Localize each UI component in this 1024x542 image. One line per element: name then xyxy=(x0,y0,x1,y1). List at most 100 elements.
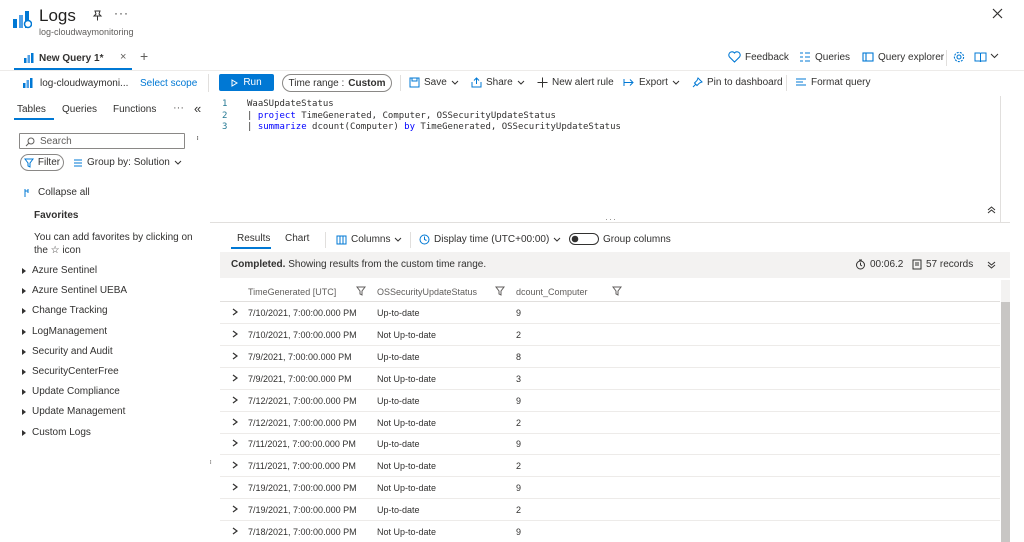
tab-close-button[interactable]: × xyxy=(120,51,126,63)
table-row[interactable]: 7/11/2021, 7:00:00.000 PM Not Up-to-date 2 xyxy=(220,455,1000,478)
results-scrollbar-thumb[interactable] xyxy=(1001,302,1010,542)
tree-item-change-tracking[interactable]: Change Tracking xyxy=(22,305,108,316)
columns-button[interactable]: Columns xyxy=(336,234,402,245)
expand-row-icon[interactable] xyxy=(232,418,238,426)
column-header-dcount-computer[interactable]: dcount_Computer xyxy=(516,287,588,297)
expand-row-icon[interactable] xyxy=(232,439,238,447)
left-panel-more-button[interactable]: ··· xyxy=(173,102,184,114)
queries-icon xyxy=(800,52,810,62)
table-row[interactable]: 7/10/2021, 7:00:00.000 PM Up-to-date 9 xyxy=(220,302,1000,324)
expand-row-icon[interactable] xyxy=(232,483,238,491)
add-tab-button[interactable]: + xyxy=(140,48,148,64)
tab-results[interactable]: Results xyxy=(237,233,270,244)
tab-tables[interactable]: Tables xyxy=(17,104,46,115)
table-row[interactable]: 7/9/2021, 7:00:00.000 PM Up-to-date 8 xyxy=(220,346,1000,368)
settings-gear-icon[interactable] xyxy=(953,51,965,63)
feedback-button[interactable]: Feedback xyxy=(728,51,789,63)
chevron-down-icon[interactable] xyxy=(990,53,999,59)
cell-timegenerated: 7/12/2021, 7:00:00.000 PM xyxy=(248,417,357,428)
tree-item-security-and-audit[interactable]: Security and Audit xyxy=(22,346,113,357)
run-button[interactable]: Run xyxy=(219,74,274,91)
search-icon xyxy=(25,137,35,147)
collapse-panel-button[interactable]: « xyxy=(194,101,201,116)
play-icon xyxy=(231,78,239,87)
more-options-button[interactable]: ··· xyxy=(114,6,129,20)
close-icon[interactable] xyxy=(992,8,1003,19)
cell-dcount-computer: 2 xyxy=(516,417,522,428)
expand-row-icon[interactable] xyxy=(232,352,238,360)
format-query-button[interactable]: Format query xyxy=(795,77,870,88)
query-explorer-button[interactable]: Query explorer xyxy=(862,51,944,63)
expand-row-icon[interactable] xyxy=(232,374,238,382)
favorites-title: Favorites xyxy=(34,210,79,221)
save-button[interactable]: Save xyxy=(409,77,459,88)
tree-item-custom-logs[interactable]: Custom Logs xyxy=(22,427,91,438)
filter-icon[interactable] xyxy=(612,286,622,296)
filter-button[interactable]: Filter xyxy=(20,154,64,171)
cell-timegenerated: 7/11/2021, 7:00:00.000 PM xyxy=(248,439,356,450)
tab-underline xyxy=(231,247,271,249)
group-columns-toggle[interactable]: Group columns xyxy=(569,233,671,245)
favorites-hint: You can add favorites by clicking on the… xyxy=(34,232,193,256)
chevron-down-icon xyxy=(451,80,459,85)
tree-item-update-management[interactable]: Update Management xyxy=(22,406,125,417)
export-button[interactable]: Export xyxy=(623,77,680,88)
collapse-editor-icon[interactable] xyxy=(987,206,996,214)
code-keyword: summarize xyxy=(257,122,307,132)
collapse-all-label: Collapse all xyxy=(38,187,90,198)
export-icon xyxy=(623,79,634,86)
queries-button[interactable]: Queries xyxy=(799,51,850,63)
column-header-ossecurityupdatestatus[interactable]: OSSecurityUpdateStatus xyxy=(377,287,477,297)
filter-icon[interactable] xyxy=(356,286,366,296)
tree-item-update-compliance[interactable]: Update Compliance xyxy=(22,386,120,397)
group-columns-label: Group columns xyxy=(603,233,671,245)
code-line-1[interactable]: WaaSUpdateStatus xyxy=(247,99,334,109)
editor-scrollbar[interactable] xyxy=(1000,96,1001,222)
tab-chart[interactable]: Chart xyxy=(285,233,309,244)
expand-row-icon[interactable] xyxy=(232,396,238,404)
select-scope-link[interactable]: Select scope xyxy=(140,78,197,89)
new-alert-rule-button[interactable]: New alert rule xyxy=(537,77,614,88)
panel-splitter-handle[interactable]: ··· xyxy=(205,459,216,463)
table-row[interactable]: 7/19/2021, 7:00:00.000 PM Not Up-to-date 9 xyxy=(220,477,1000,500)
expand-row-icon[interactable] xyxy=(232,505,238,513)
table-row[interactable]: 7/19/2021, 7:00:00.000 PM Up-to-date 2 xyxy=(220,499,1000,522)
results-grid-header xyxy=(220,282,1000,302)
table-search-input[interactable]: Search xyxy=(19,133,185,149)
tree-item-securitycenterfree[interactable]: SecurityCenterFree xyxy=(22,366,119,377)
pin-icon[interactable] xyxy=(92,10,103,21)
run-label: Run xyxy=(243,77,262,88)
tab-new-query-1[interactable]: New Query 1* × xyxy=(14,46,132,70)
tree-item-logmanagement[interactable]: LogManagement xyxy=(22,326,107,337)
table-row[interactable]: 7/11/2021, 7:00:00.000 PM Up-to-date 9 xyxy=(220,433,1000,456)
group-by-dropdown[interactable]: Group by: Solution xyxy=(73,157,182,168)
table-row[interactable]: 7/12/2021, 7:00:00.000 PM Up-to-date 9 xyxy=(220,390,1000,412)
tab-queries[interactable]: Queries xyxy=(62,104,97,115)
pin-to-dashboard-button[interactable]: Pin to dashboard xyxy=(692,77,783,88)
table-row[interactable]: 7/10/2021, 7:00:00.000 PM Not Up-to-date 2 xyxy=(220,324,1000,346)
tree-item-azure-sentinel-ueba[interactable]: Azure Sentinel UEBA xyxy=(22,285,127,296)
tab-functions[interactable]: Functions xyxy=(113,104,156,115)
share-button[interactable]: Share xyxy=(471,77,525,88)
collapse-all-button[interactable]: Collapse all xyxy=(24,187,90,198)
expand-results-icon[interactable] xyxy=(987,261,996,269)
tree-item-azure-sentinel[interactable]: Azure Sentinel xyxy=(22,265,97,276)
code-keyword: project xyxy=(257,111,296,121)
cell-dcount-computer: 2 xyxy=(516,505,522,516)
table-row[interactable]: 7/9/2021, 7:00:00.000 PM Not Up-to-date 3 xyxy=(220,368,1000,390)
time-range-picker[interactable]: Time range : Custom xyxy=(282,74,392,92)
code-line-2[interactable]: | project TimeGenerated, Computer, OSSec… xyxy=(247,111,556,121)
tree-item-label: Change Tracking xyxy=(32,305,108,316)
filter-icon[interactable] xyxy=(495,286,505,296)
expand-row-icon[interactable] xyxy=(232,330,238,338)
display-time-button[interactable]: Display time (UTC+00:00) xyxy=(419,234,561,245)
search-more-button[interactable]: ··· xyxy=(192,135,203,139)
column-header-timegenerated[interactable]: TimeGenerated [UTC] xyxy=(248,287,336,297)
expand-row-icon[interactable] xyxy=(232,527,238,535)
table-row[interactable]: 7/12/2021, 7:00:00.000 PM Not Up-to-date 2 xyxy=(220,412,1000,434)
table-row[interactable]: 7/18/2021, 7:00:00.000 PM Not Up-to-date 9 xyxy=(220,521,1000,542)
expand-row-icon[interactable] xyxy=(232,461,238,469)
book-icon[interactable] xyxy=(974,51,987,63)
expand-row-icon[interactable] xyxy=(232,308,238,316)
code-line-3[interactable]: | summarize dcount(Computer) by TimeGene… xyxy=(247,122,621,132)
